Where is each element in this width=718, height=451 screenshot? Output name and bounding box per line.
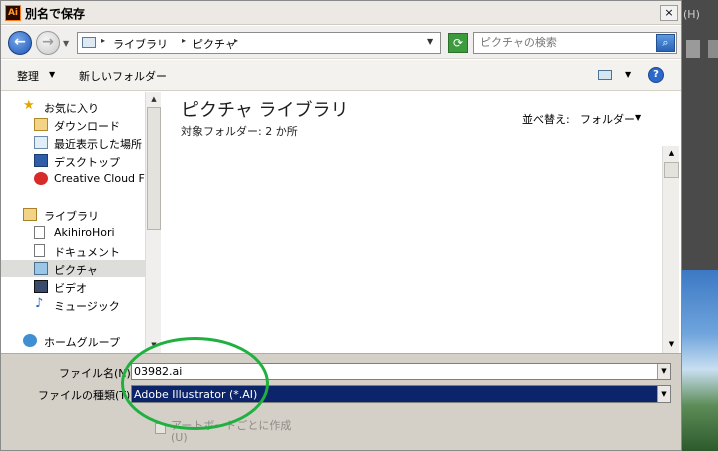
desktop-icon: [34, 154, 48, 167]
filetype-label: ファイルの種類(T):: [38, 389, 135, 402]
artboard-checkbox[interactable]: [155, 423, 166, 434]
dialog-title: 別名で保存: [25, 7, 86, 21]
nav-creative-cloud[interactable]: Creative Cloud Fi: [1, 170, 145, 187]
background-panel-tile: [708, 40, 718, 58]
change-view-icon[interactable]: [598, 70, 612, 80]
nav-recent-places[interactable]: 最近表示した場所: [1, 134, 145, 151]
filename-dropdown-icon[interactable]: ▼: [657, 364, 670, 379]
back-button[interactable]: ←: [8, 31, 32, 55]
view-dropdown-icon[interactable]: ▼: [625, 70, 631, 79]
music-icon: ♪: [35, 296, 44, 311]
video-icon: [34, 280, 48, 293]
filename-combobox[interactable]: ▼: [131, 363, 671, 380]
chevron-right-icon[interactable]: ▸: [234, 36, 238, 45]
address-bar[interactable]: ▸ ライブラリ ▸ ピクチャ ▸ ▼: [77, 32, 441, 54]
nav-desktop[interactable]: デスクトップ: [1, 152, 145, 169]
search-input[interactable]: [480, 36, 650, 49]
filetype-dropdown-icon[interactable]: ▼: [657, 386, 670, 402]
pictures-icon: [34, 262, 48, 275]
organize-dropdown-icon[interactable]: ▼: [49, 70, 55, 79]
navigation-scrollbar[interactable]: ▲ ▼: [145, 92, 161, 353]
chevron-right-icon[interactable]: ▸: [101, 36, 105, 45]
nav-pictures[interactable]: ピクチャ: [1, 260, 145, 277]
scroll-down-icon[interactable]: ▼: [664, 337, 679, 352]
background-panel-tile: [686, 40, 700, 58]
scroll-down-icon[interactable]: ▼: [147, 338, 161, 352]
breadcrumb-library[interactable]: ライブラリ: [113, 36, 168, 52]
search-icon[interactable]: ⌕: [656, 34, 675, 52]
arrange-by-label: 並べ替え:: [522, 113, 570, 126]
filetype-select[interactable]: Adobe Illustrator (*.AI) ▼: [131, 385, 671, 403]
save-as-dialog: Ai 別名で保存 × ← → ▼ ▸ ライブラリ ▸ ピクチャ ▸ ▼ ⟳ ⌕ …: [0, 0, 682, 451]
homegroup-icon: [23, 334, 37, 347]
help-icon[interactable]: ?: [648, 67, 664, 83]
nav-libraries[interactable]: ライブラリ: [1, 206, 145, 223]
filename-label: ファイル名(N):: [59, 367, 135, 380]
library-subtitle: 対象フォルダー: 2 か所: [181, 125, 298, 138]
recent-places-icon: [34, 136, 48, 149]
nav-homegroup[interactable]: ホームグループ: [1, 332, 145, 349]
document-icon: [34, 244, 45, 257]
navigation-bar: ← → ▼ ▸ ライブラリ ▸ ピクチャ ▸ ▼ ⟳ ⌕: [1, 26, 681, 59]
breadcrumb-pictures[interactable]: ピクチャ: [192, 36, 236, 52]
nav-user-library[interactable]: AkihiroHori: [1, 224, 145, 241]
organize-button[interactable]: 整理: [17, 68, 39, 84]
scroll-up-icon[interactable]: ▲: [664, 146, 679, 161]
library-title: ピクチャ ライブラリ: [181, 100, 349, 121]
star-icon: ★: [23, 98, 35, 113]
nav-documents[interactable]: ドキュメント: [1, 242, 145, 259]
creative-cloud-icon: [34, 172, 48, 185]
address-dropdown-icon[interactable]: ▼: [427, 37, 433, 46]
scroll-thumb[interactable]: [664, 162, 679, 178]
content-scrollbar[interactable]: ▲ ▼: [662, 146, 679, 353]
forward-button[interactable]: →: [36, 31, 60, 55]
command-bar: 整理 ▼ 新しいフォルダー ▼ ?: [1, 60, 681, 91]
nav-music[interactable]: ♪ ミュージック: [1, 296, 145, 313]
save-form: ファイル名(N): ▼ ファイルの種類(T): Adobe Illustrato…: [1, 353, 681, 450]
pictures-folder-icon: [82, 37, 96, 48]
arrange-dropdown-icon[interactable]: ▼: [635, 113, 641, 122]
artboard-label: アートボードごとに作成 (U): [171, 419, 292, 444]
library-icon: [23, 208, 37, 221]
nav-downloads[interactable]: ダウンロード: [1, 116, 145, 133]
search-box[interactable]: ⌕: [473, 32, 677, 54]
close-button[interactable]: ×: [660, 5, 678, 21]
filename-input[interactable]: [134, 365, 654, 378]
history-dropdown-icon[interactable]: ▼: [63, 39, 69, 48]
illustrator-app-icon: Ai: [5, 5, 21, 21]
title-bar: Ai 別名で保存 ×: [1, 1, 681, 25]
document-icon: [34, 226, 45, 239]
nav-videos[interactable]: ビデオ: [1, 278, 145, 295]
filetype-value: Adobe Illustrator (*.AI): [134, 388, 258, 401]
navigation-pane: ★ お気に入り ダウンロード 最近表示した場所 デスクトップ Creative …: [1, 92, 161, 353]
scroll-up-icon[interactable]: ▲: [147, 92, 161, 106]
refresh-button[interactable]: ⟳: [448, 33, 468, 53]
arrange-by-value[interactable]: フォルダー: [580, 111, 635, 127]
background-menu-hint: (H): [683, 8, 700, 21]
background-landscape-photo: [682, 270, 718, 451]
nav-favorites[interactable]: ★ お気に入り: [1, 98, 145, 115]
scroll-thumb[interactable]: [147, 107, 161, 230]
new-folder-button[interactable]: 新しいフォルダー: [79, 68, 167, 84]
chevron-right-icon[interactable]: ▸: [182, 36, 186, 45]
download-folder-icon: [34, 118, 48, 131]
file-list-pane[interactable]: ピクチャ ライブラリ 対象フォルダー: 2 か所 並べ替え: フォルダー ▼ ▲…: [162, 92, 681, 353]
